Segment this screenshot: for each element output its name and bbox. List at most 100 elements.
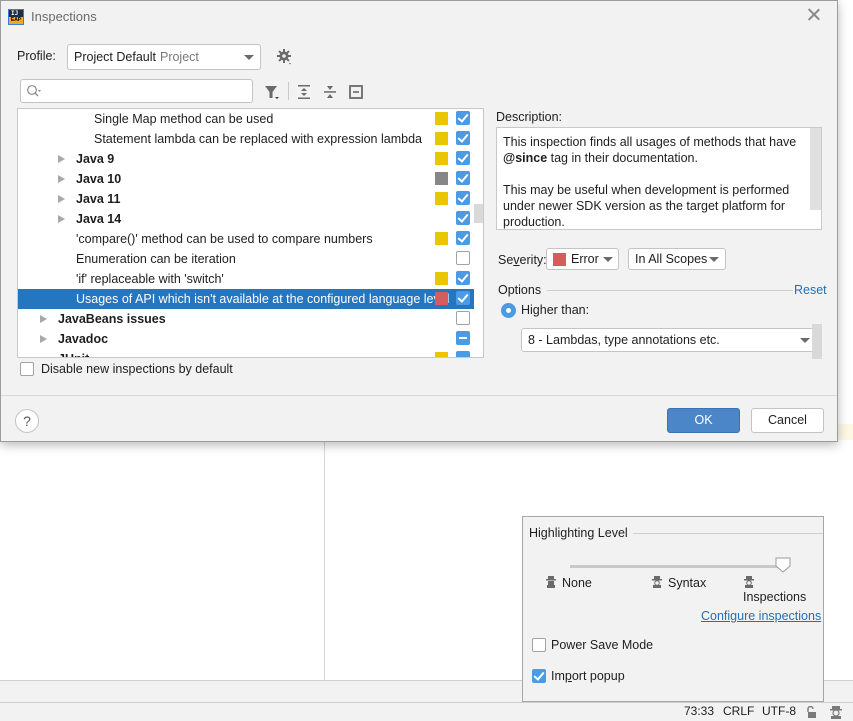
tree-row[interactable]: Single Map method can be used — [18, 109, 474, 129]
lock-open-icon[interactable] — [806, 706, 818, 718]
collapse-all-icon[interactable] — [322, 84, 338, 100]
profile-scope: Project — [159, 50, 199, 64]
severity-color-swatch — [435, 352, 448, 357]
options-scrollbar[interactable] — [812, 324, 822, 359]
reset-link[interactable]: Reset — [794, 283, 827, 297]
enabled-checkbox[interactable] — [456, 251, 470, 265]
tree-row[interactable]: JUnit — [18, 349, 474, 358]
tree-row[interactable]: Statement lambda can be replaced with ex… — [18, 129, 474, 149]
level-label: Inspections — [743, 590, 807, 604]
highlighting-level-slider[interactable] — [570, 565, 785, 568]
slider-thumb[interactable] — [775, 557, 791, 573]
enabled-checkbox[interactable] — [456, 151, 470, 165]
profile-value: Project Default — [74, 50, 156, 64]
tree-row[interactable]: Java 9 — [18, 149, 474, 169]
enabled-checkbox[interactable] — [456, 311, 470, 325]
enabled-checkbox[interactable] — [456, 291, 470, 305]
tree-row[interactable]: JavaBeans issues — [18, 309, 474, 329]
tree-row-label: Statement lambda can be replaced with ex… — [94, 132, 422, 146]
description-paragraph: This inspection finds all usages of meth… — [503, 134, 801, 166]
expanded-arrow-icon[interactable] — [40, 357, 48, 358]
tree-row[interactable]: Javadoc — [18, 329, 474, 349]
chevron-down-icon — [244, 55, 254, 60]
enabled-checkbox[interactable] — [456, 331, 470, 345]
gear-icon[interactable] — [277, 49, 293, 65]
scope-value: In All Scopes — [635, 252, 708, 266]
inspector-syntax-icon — [652, 576, 662, 588]
tree-row-label: Usages of API which isn't available at t… — [76, 292, 450, 306]
reset-to-empty-icon[interactable] — [348, 84, 364, 100]
tree-row[interactable]: 'compare()' method can be used to compar… — [18, 229, 474, 249]
level-inspections[interactable]: Inspections — [743, 576, 823, 604]
collapsed-arrow-icon[interactable] — [58, 215, 65, 223]
configure-inspections-link[interactable]: Configure inspections — [701, 609, 821, 623]
level-syntax[interactable]: Syntax — [651, 576, 706, 590]
disable-new-inspections-checkbox[interactable] — [20, 362, 34, 376]
enabled-checkbox[interactable] — [456, 171, 470, 185]
collapsed-arrow-icon[interactable] — [58, 175, 65, 183]
enabled-checkbox[interactable] — [456, 271, 470, 285]
tree-row-label: Java 9 — [76, 152, 115, 166]
file-encoding[interactable]: UTF-8 — [762, 704, 796, 718]
chevron-down-icon — [603, 257, 613, 262]
severity-color-swatch — [435, 112, 448, 125]
severity-color-swatch — [435, 232, 448, 245]
line-separator[interactable]: CRLF — [723, 704, 754, 718]
scope-select[interactable]: In All Scopes — [628, 248, 726, 270]
tree-row[interactable]: Usages of API which isn't available at t… — [18, 289, 474, 309]
disable-new-inspections-label: Disable new inspections by default — [41, 362, 233, 376]
tree-row-label: Java 14 — [76, 212, 122, 226]
inspections-tree[interactable]: JUnit Javadoc JavaBeans issues Usages of AP… — [17, 108, 484, 358]
collapsed-arrow-icon[interactable] — [40, 335, 47, 343]
description-scrollbar[interactable] — [810, 128, 821, 210]
import-popup-checkbox[interactable] — [532, 669, 546, 683]
close-icon[interactable] — [806, 7, 822, 23]
cancel-button[interactable]: Cancel — [751, 408, 824, 433]
severity-value: Error — [571, 252, 599, 266]
language-level-select[interactable]: 8 - Lambdas, type annotations etc. — [521, 328, 815, 352]
search-input[interactable] — [20, 79, 253, 103]
caret-position[interactable]: 73:33 — [684, 704, 714, 718]
editor-splitter[interactable] — [324, 442, 325, 680]
tree-row-label: 'compare()' method can be used to compar… — [76, 232, 373, 246]
ok-button[interactable]: OK — [667, 408, 740, 433]
tree-row[interactable]: 'if' replaceable with 'switch' — [18, 269, 474, 289]
inspector-icon[interactable] — [829, 705, 843, 719]
power-save-label: Power Save Mode — [551, 638, 654, 652]
severity-label-text: erity: — [519, 253, 547, 267]
highlighting-level-title: Highlighting Level — [529, 526, 628, 540]
options-label: Options — [498, 283, 542, 297]
power-save-checkbox[interactable] — [532, 638, 546, 652]
tree-row[interactable]: Enumeration can be iteration — [18, 249, 474, 269]
tree-row[interactable]: Java 10 — [18, 169, 474, 189]
tree-row-label: Javadoc — [58, 332, 109, 346]
severity-color-swatch — [435, 132, 448, 145]
enabled-checkbox[interactable] — [456, 211, 470, 225]
title-separator — [633, 533, 823, 534]
tree-row[interactable]: Java 11 — [18, 189, 474, 209]
profile-label: Profile: — [17, 49, 56, 63]
collapsed-arrow-icon[interactable] — [58, 155, 65, 163]
enabled-checkbox[interactable] — [456, 131, 470, 145]
level-label: None — [562, 576, 592, 590]
filter-icon[interactable] — [264, 84, 280, 100]
enabled-checkbox[interactable] — [456, 231, 470, 245]
profile-select[interactable]: Project Default Project — [67, 44, 261, 70]
tree-row-label: 'if' replaceable with 'switch' — [76, 272, 224, 286]
enabled-checkbox[interactable] — [456, 111, 470, 125]
severity-color-swatch — [435, 192, 448, 205]
tree-row[interactable]: Java 14 — [18, 209, 474, 229]
enabled-checkbox[interactable] — [456, 191, 470, 205]
help-button[interactable]: ? — [15, 409, 39, 433]
language-level-value: 8 - Lambdas, type annotations etc. — [528, 333, 720, 347]
tree-scrollbar[interactable] — [474, 204, 483, 223]
inspector-full-icon — [744, 576, 754, 588]
level-none[interactable]: None — [545, 576, 592, 590]
severity-select[interactable]: Error — [546, 248, 619, 270]
description-text: tag in their documentation. — [547, 151, 698, 165]
expand-all-icon[interactable] — [296, 84, 312, 100]
collapsed-arrow-icon[interactable] — [40, 315, 47, 323]
enabled-checkbox[interactable] — [456, 351, 470, 357]
higher-than-radio[interactable] — [501, 303, 516, 318]
collapsed-arrow-icon[interactable] — [58, 195, 65, 203]
